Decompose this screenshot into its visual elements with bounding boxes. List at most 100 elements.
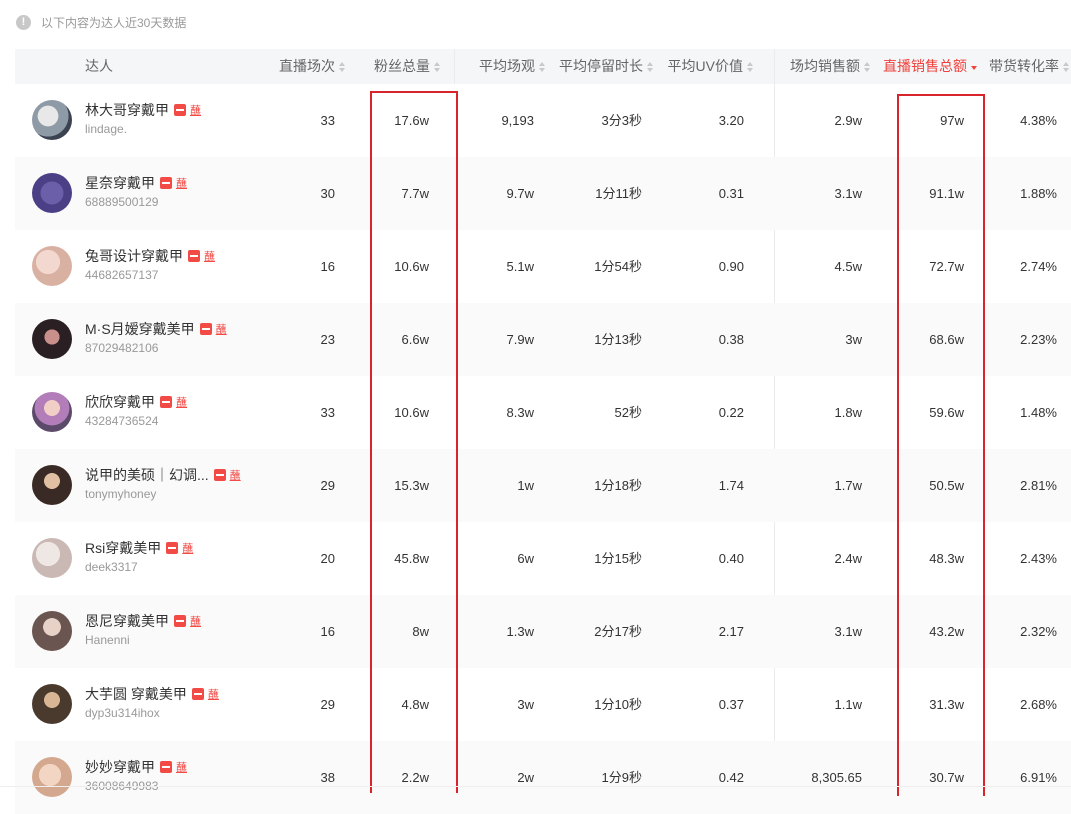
- conversion-cell: 1.88%: [1020, 186, 1057, 201]
- avg-uv-cell: 0.90: [718, 259, 744, 274]
- talent-name[interactable]: Rsi穿戴美甲: [85, 538, 161, 558]
- shop-badge-icon: [166, 542, 179, 554]
- talent-name[interactable]: 星奈穿戴甲: [85, 173, 155, 193]
- table-row[interactable]: 欣欣穿戴甲 蘸 43284736524 33 10.6w 8.3w 52秒 0.22 1.8w 5…: [15, 376, 1071, 449]
- conversion-cell: 2.32%: [1020, 624, 1057, 639]
- conversion-cell: 2.68%: [1020, 697, 1057, 712]
- avg-stay-cell: 1分15秒: [594, 551, 642, 566]
- header-total-sales[interactable]: 直播销售总额: [877, 49, 977, 84]
- avatar[interactable]: [32, 392, 72, 432]
- header-avg-stay[interactable]: 平均停留时长: [545, 49, 653, 84]
- tag-badge: 蘸: [190, 616, 201, 628]
- shop-badge-icon: [199, 323, 212, 335]
- table-row[interactable]: 说甲的美硕｜幻调... 蘸 tonymyhoney 29 15.3w 1w 1分18秒 1.7…: [15, 449, 1071, 522]
- total-sales-cell: 50.5w: [929, 478, 964, 493]
- tag-badge: 蘸: [176, 178, 187, 190]
- total-sales-cell: 68.6w: [929, 332, 964, 347]
- avg-uv-cell: 0.31: [718, 186, 744, 201]
- avg-views-cell: 1w: [517, 478, 534, 493]
- followers-cell: 15.3w: [394, 478, 429, 493]
- sort-desc-icon: [971, 62, 977, 72]
- table-header: 达人 直播场次 粉丝总量 平均场观 平均停留时长 平均UV价值 场均销售额 直播…: [15, 49, 1071, 84]
- divider: [0, 786, 1071, 787]
- info-icon: !: [16, 14, 31, 30]
- followers-cell: 6.6w: [401, 332, 429, 347]
- avg-views-cell: 6w: [517, 551, 534, 566]
- avg-views-cell: 3w: [517, 697, 534, 712]
- avg-views-cell: 5.1w: [506, 259, 534, 274]
- talent-name[interactable]: 妙妙穿戴甲: [85, 757, 155, 777]
- live-count-cell: 33: [320, 113, 335, 128]
- avg-stay-cell: 1分54秒: [594, 259, 642, 274]
- avg-sales-cell: 8,305.65: [811, 770, 862, 785]
- total-sales-cell: 97w: [940, 113, 964, 128]
- avatar[interactable]: [32, 757, 72, 797]
- table-row[interactable]: M·S月嫒穿戴美甲 蘸 87029482106 23 6.6w 7.9w 1分13秒 0.38…: [15, 303, 1071, 376]
- followers-cell: 7.7w: [401, 186, 429, 201]
- avg-sales-cell: 1.8w: [834, 405, 862, 420]
- table-row[interactable]: Rsi穿戴美甲 蘸 deek3317 20 45.8w 6w 1分15秒 0.40 2.4w 48…: [15, 522, 1071, 595]
- avg-stay-cell: 1分11秒: [595, 186, 642, 201]
- live-count-cell: 23: [320, 332, 335, 347]
- table-row[interactable]: 恩尼穿戴美甲 蘸 Hanenni 16 8w 1.3w 2分17秒 2.17 3.1w 43.2w…: [15, 595, 1071, 668]
- followers-cell: 45.8w: [394, 551, 429, 566]
- avg-sales-cell: 2.9w: [834, 113, 862, 128]
- table-row[interactable]: 大芋圆 穿戴美甲 蘸 dyp3u314ihox 29 4.8w 3w 1分10秒 0.37 1.…: [15, 668, 1071, 741]
- avatar[interactable]: [32, 100, 72, 140]
- talent-name[interactable]: M·S月嫒穿戴美甲: [85, 319, 195, 339]
- header-avg-uv[interactable]: 平均UV价值: [655, 49, 753, 84]
- sort-icon: [339, 61, 345, 72]
- talent-id: lindage.: [85, 122, 128, 136]
- avg-sales-cell: 2.4w: [834, 551, 862, 566]
- shop-badge-icon: [188, 250, 200, 262]
- talent-id: 68889500129: [85, 195, 159, 209]
- talent-name[interactable]: 大芋圆 穿戴美甲: [85, 684, 187, 704]
- header-live-count[interactable]: 直播场次: [265, 49, 345, 84]
- talent-name[interactable]: 兔哥设计穿戴甲: [85, 246, 183, 266]
- avatar[interactable]: [32, 611, 72, 651]
- header-avg-views[interactable]: 平均场观: [455, 49, 545, 84]
- table-row[interactable]: 妙妙穿戴甲蘸 36008649983 38 2.2w 2w 1分9秒 0.42 8,305.6…: [15, 741, 1071, 814]
- talent-name[interactable]: 林大哥穿戴甲: [85, 100, 169, 120]
- table-row[interactable]: 星奈穿戴甲 蘸 68889500129 30 7.7w 9.7w 1分11秒 0.31 3.1w…: [15, 157, 1071, 230]
- avatar[interactable]: [32, 246, 72, 286]
- header-conversion[interactable]: 带货转化率: [981, 49, 1069, 84]
- avatar[interactable]: [32, 538, 72, 578]
- total-sales-cell: 30.7w: [929, 770, 964, 785]
- avg-views-cell: 8.3w: [506, 405, 534, 420]
- avg-stay-cell: 52秒: [614, 405, 642, 420]
- talent-name[interactable]: 欣欣穿戴甲: [85, 392, 155, 412]
- data-range-notice: ! 以下内容为达人近30天数据: [16, 12, 186, 32]
- conversion-cell: 2.74%: [1020, 259, 1057, 274]
- avatar[interactable]: [32, 173, 72, 213]
- live-count-cell: 16: [320, 624, 335, 639]
- live-count-cell: 38: [320, 770, 335, 785]
- talent-name[interactable]: 恩尼穿戴美甲: [85, 611, 169, 631]
- table-row[interactable]: 兔哥设计穿戴甲 蘸 44682657137 16 10.6w 5.1w 1分54秒 0.90 4…: [15, 230, 1071, 303]
- conversion-cell: 1.48%: [1020, 405, 1057, 420]
- avatar[interactable]: [32, 465, 72, 505]
- avatar[interactable]: [32, 319, 72, 359]
- talent-name[interactable]: 说甲的美硕｜幻调...: [85, 465, 209, 485]
- table-row[interactable]: 林大哥穿戴甲 蘸 lindage. 33 17.6w 9,193 3分3秒 3.20 2.9w 9…: [15, 84, 1071, 157]
- talent-id: Hanenni: [85, 633, 130, 647]
- avg-views-cell: 9.7w: [506, 186, 534, 201]
- talent-name-line: Rsi穿戴美甲 蘸: [85, 538, 193, 558]
- conversion-cell: 2.81%: [1020, 478, 1057, 493]
- avatar[interactable]: [32, 684, 72, 724]
- tag-badge: 蘸: [229, 470, 241, 482]
- avg-sales-cell: 3w: [845, 332, 862, 347]
- talent-name-line: 兔哥设计穿戴甲 蘸: [85, 246, 215, 266]
- followers-cell: 17.6w: [394, 113, 429, 128]
- talent-id: 44682657137: [85, 268, 159, 282]
- sort-icon: [747, 61, 753, 72]
- tag-badge: 蘸: [204, 251, 215, 263]
- shop-badge-icon: [160, 177, 172, 189]
- total-sales-cell: 48.3w: [929, 551, 964, 566]
- header-avg-sales[interactable]: 场均销售额: [775, 49, 870, 84]
- table-body: 林大哥穿戴甲蘸 lindage. 33 17.6w 9,193 3分3秒 3.20 2.9w 9…: [15, 84, 1071, 814]
- header-followers[interactable]: 粉丝总量: [355, 49, 440, 84]
- notice-text: 以下内容为达人近30天数据: [41, 15, 187, 30]
- avg-uv-cell: 0.38: [718, 332, 744, 347]
- conversion-cell: 2.23%: [1020, 332, 1057, 347]
